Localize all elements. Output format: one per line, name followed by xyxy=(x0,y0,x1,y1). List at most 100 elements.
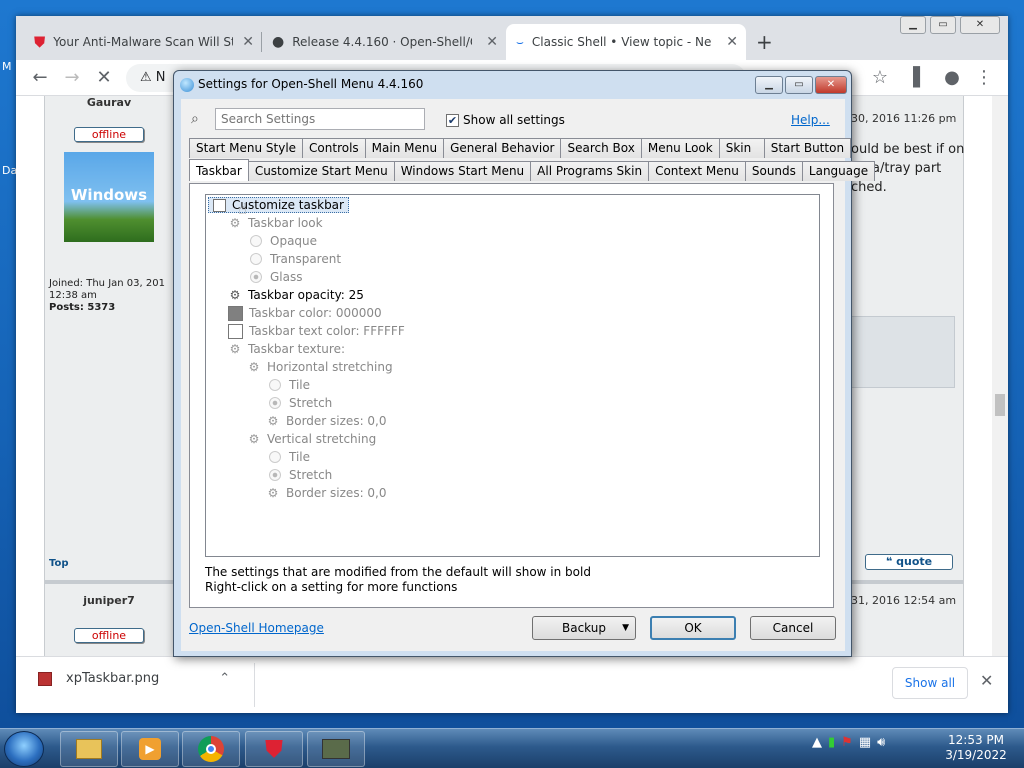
close-button[interactable]: ✕ xyxy=(815,76,847,94)
close-icon[interactable]: ✕ xyxy=(726,34,738,50)
menu-icon[interactable]: ⋮ xyxy=(972,66,996,90)
show-all-label[interactable]: Show all settings xyxy=(463,113,565,127)
tab-search-box[interactable]: Search Box xyxy=(560,138,642,158)
post-author[interactable]: juniper7 xyxy=(45,594,173,607)
search-input[interactable] xyxy=(215,108,425,130)
radio-button[interactable] xyxy=(250,253,262,265)
browser-tab[interactable]: ⛊ Your Anti-Malware Scan Will Sta ✕ xyxy=(24,24,262,60)
tree-item[interactable]: ⚙ Horizontal stretching xyxy=(247,358,393,376)
top-link[interactable]: Top xyxy=(49,558,69,569)
scroll-thumb[interactable] xyxy=(995,394,1005,416)
clock[interactable]: 12:53 PM 3/19/2022 xyxy=(936,733,1016,763)
desktop-icon-label[interactable]: Da xyxy=(2,164,17,177)
show-all-button[interactable]: Show all xyxy=(892,667,968,699)
radio-button[interactable] xyxy=(269,451,281,463)
maximize-button[interactable]: ▭ xyxy=(930,16,956,34)
taskbar-app-chrome[interactable] xyxy=(182,731,240,767)
close-icon[interactable]: ✕ xyxy=(980,671,993,690)
tab-context-menu[interactable]: Context Menu xyxy=(648,161,746,181)
taskbar-app-explorer[interactable] xyxy=(60,731,118,767)
taskbar-app-media-player[interactable]: ▶ xyxy=(121,731,179,767)
tab-menu-look[interactable]: Menu Look xyxy=(640,138,720,158)
tree-item[interactable]: ⚙ Taskbar opacity: 25 xyxy=(228,286,364,304)
tab-taskbar[interactable]: Taskbar xyxy=(189,159,249,181)
download-item[interactable]: xpTaskbar.png ⌃ xyxy=(38,671,230,686)
homepage-link[interactable]: Open-Shell Homepage xyxy=(189,621,324,635)
joined-time: 12:38 am xyxy=(49,290,97,301)
tab-language[interactable]: Language xyxy=(801,161,876,181)
forward-icon[interactable]: → xyxy=(60,66,84,90)
tab-main-menu[interactable]: Main Menu xyxy=(364,138,445,158)
dialog-window-controls: ▁ ▭ ✕ xyxy=(755,76,847,94)
tree-item[interactable]: Taskbar text color: FFFFFF xyxy=(228,322,405,340)
new-tab-button[interactable]: + xyxy=(756,30,773,54)
gear-icon: ⚙ xyxy=(229,216,241,230)
maximize-button[interactable]: ▭ xyxy=(785,76,813,94)
minimize-button[interactable]: ▁ xyxy=(755,76,783,94)
tree-item[interactable]: Transparent xyxy=(250,250,341,268)
avatar: Windows xyxy=(64,152,154,242)
setting-label: Tile xyxy=(289,450,311,464)
tab-skin[interactable]: Skin xyxy=(718,138,765,158)
star-icon[interactable]: ☆ xyxy=(868,66,892,90)
tab-general-behavior[interactable]: General Behavior xyxy=(443,138,562,158)
customize-taskbar-checkbox[interactable] xyxy=(213,198,226,212)
tree-item[interactable]: ⚙ Taskbar texture: xyxy=(228,340,345,358)
cancel-button[interactable]: Cancel xyxy=(750,616,836,640)
ok-button[interactable]: OK xyxy=(650,616,736,640)
profile-icon[interactable]: ● xyxy=(940,66,964,90)
tree-item[interactable]: Taskbar color: 000000 xyxy=(228,304,382,322)
tree-item[interactable]: ⚙ Border sizes: 0,0 xyxy=(266,484,387,502)
minimize-button[interactable]: ▁ xyxy=(900,16,926,34)
show-all-checkbox[interactable]: ✔ xyxy=(446,114,459,127)
tab-start-button[interactable]: Start Button xyxy=(763,138,852,158)
close-icon[interactable]: ✕ xyxy=(242,34,254,50)
browser-tab[interactable]: ● Release 4.4.160 · Open-Shell/Op ✕ xyxy=(262,24,506,60)
stop-icon[interactable]: ✕ xyxy=(92,66,116,90)
tab-windows-start-menu[interactable]: Windows Start Menu xyxy=(393,161,532,181)
tab-all-programs-skin[interactable]: All Programs Skin xyxy=(530,161,650,181)
color-swatch xyxy=(228,323,243,339)
taskbar-app-settings[interactable] xyxy=(307,731,365,767)
tree-item[interactable]: Tile xyxy=(269,448,310,466)
vertical-scrollbar[interactable] xyxy=(992,96,1008,656)
start-button[interactable] xyxy=(4,731,44,767)
tab-controls[interactable]: Controls xyxy=(302,138,366,158)
chevron-up-icon[interactable]: ⌃ xyxy=(219,671,230,686)
tab-title: Release 4.4.160 · Open-Shell/Op xyxy=(292,35,473,49)
battery-icon[interactable]: ▮ xyxy=(828,735,835,750)
close-button[interactable]: ✕ xyxy=(960,16,1000,34)
customize-taskbar-setting[interactable]: Customize taskbar ☝ xyxy=(208,196,349,218)
help-link[interactable]: Help... xyxy=(791,113,830,127)
radio-button[interactable] xyxy=(269,469,281,481)
tree-item[interactable]: Stretch xyxy=(269,394,332,412)
radio-button[interactable] xyxy=(269,379,281,391)
tree-item[interactable]: Opaque xyxy=(250,232,317,250)
customize-taskbar-item[interactable]: Customize taskbar xyxy=(208,197,349,213)
side-panel-icon[interactable]: ▌ xyxy=(908,66,932,90)
taskbar-app-antimalware[interactable]: ⛊ xyxy=(245,731,303,767)
tree-item[interactable]: Glass xyxy=(250,268,303,286)
volume-icon[interactable]: 🔊︎ xyxy=(877,735,885,750)
quote-button[interactable]: ❝ quote xyxy=(865,554,953,570)
browser-tab-active[interactable]: ⌣ Classic Shell • View topic - New ✕ xyxy=(506,24,746,60)
chevron-up-icon[interactable]: ▲ xyxy=(812,735,822,750)
tree-item[interactable]: ⚙ Border sizes: 0,0 xyxy=(266,412,387,430)
action-center-icon[interactable]: ⚑ xyxy=(841,735,853,750)
desktop-icon-label[interactable]: M xyxy=(2,60,12,73)
backup-button[interactable]: Backup ▼ xyxy=(532,616,636,640)
back-icon[interactable]: ← xyxy=(28,66,52,90)
radio-button[interactable] xyxy=(269,397,281,409)
tree-item[interactable]: Stretch xyxy=(269,466,332,484)
tree-item[interactable]: Tile xyxy=(269,376,310,394)
radio-button[interactable] xyxy=(250,271,262,283)
tree-item[interactable]: ⚙ Vertical stretching xyxy=(247,430,377,448)
tab-sounds[interactable]: Sounds xyxy=(744,161,803,181)
tree-item[interactable]: ⚙ Taskbar look xyxy=(228,214,323,232)
radio-button[interactable] xyxy=(250,235,262,247)
tab-start-menu-style[interactable]: Start Menu Style xyxy=(189,138,304,158)
close-icon[interactable]: ✕ xyxy=(486,34,498,50)
network-icon[interactable]: ▦ xyxy=(859,735,871,750)
tab-customize-start-menu[interactable]: Customize Start Menu xyxy=(247,161,395,181)
post-author[interactable]: Gaurav xyxy=(45,96,173,109)
